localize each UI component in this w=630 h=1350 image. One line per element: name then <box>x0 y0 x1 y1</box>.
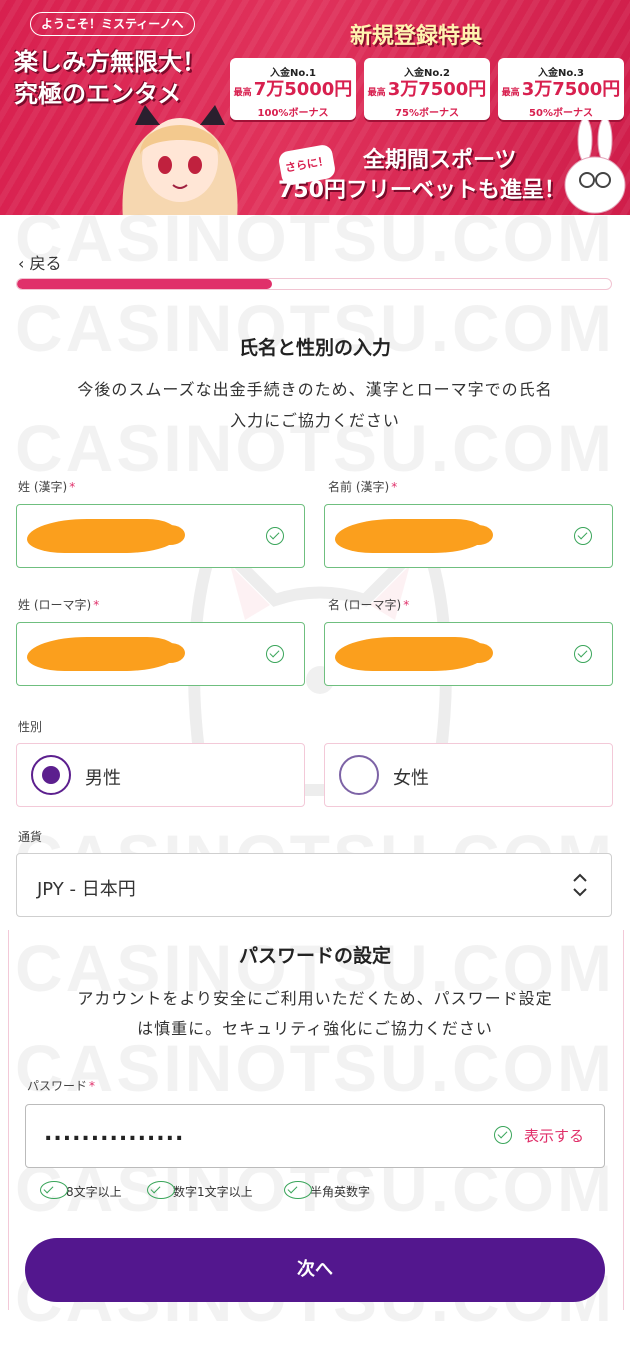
show-password-label: 表示する <box>523 1127 584 1145</box>
password-input[interactable]: ............... 表示する <box>25 1104 605 1168</box>
promo-line-1: 全期間スポーツ <box>363 148 517 173</box>
redaction-mark <box>335 637 493 671</box>
check-circle-icon <box>493 1126 512 1144</box>
bunny-mascot-illustration <box>564 120 626 214</box>
bonus-card-amount: 最高 7万5000円 <box>233 79 353 100</box>
last-name-roman-label: 姓 (ローマ字) * <box>18 598 100 612</box>
gender-male-label: 男性 <box>85 768 121 789</box>
next-button[interactable]: 次へ <box>25 1238 605 1302</box>
name-section-title: 氏名と性別の入力 <box>238 337 391 359</box>
check-circle-icon <box>266 527 284 545</box>
currency-label: 通貨 <box>18 830 43 844</box>
bonus-card-3: 入金No.3 最高 3万7500円 50%ボーナス <box>498 58 624 120</box>
first-name-roman-input[interactable] <box>324 622 613 686</box>
redaction-mark <box>27 519 185 553</box>
gender-option-female[interactable]: 女性 <box>324 743 613 807</box>
bonus-card-amount: 最高 3万7500円 <box>367 79 487 100</box>
check-circle-icon <box>574 645 592 663</box>
password-rule-length: 8文字以上 <box>40 1181 122 1200</box>
check-circle-icon <box>40 1181 68 1199</box>
name-section-description-2: 入力にご協力ください <box>230 411 400 430</box>
check-circle-icon <box>574 527 592 545</box>
show-password-button[interactable]: 表示する <box>493 1125 584 1146</box>
bonus-title: 新規登録特典 <box>350 24 483 49</box>
check-circle-icon <box>147 1181 175 1199</box>
password-rule-alphanumeric: 半角英数字 <box>284 1181 370 1200</box>
chevron-updown-icon <box>573 873 587 897</box>
password-section-description-2: は慎重に。セキュリティ強化にご協力ください <box>137 1019 493 1038</box>
radio-unselected-icon <box>339 755 379 795</box>
name-section-description-1: 今後のスムーズな出金手続きのため、漢字とローマ字での氏名 <box>77 380 553 399</box>
progress-fill <box>17 279 273 289</box>
first-name-roman-label: 名 (ローマ字) * <box>328 598 410 612</box>
gender-label: 性別 <box>18 720 43 734</box>
registration-progress-bar <box>16 278 612 290</box>
gender-option-male[interactable]: 男性 <box>16 743 305 807</box>
currency-select[interactable]: JPY - 日本円 <box>16 853 612 917</box>
gender-female-label: 女性 <box>393 768 429 789</box>
sports-promo: さらに！ 全期間スポーツ 750円フリーベットも進呈！ <box>277 143 566 206</box>
password-section-description-1: アカウントをより安全にご利用いただくため、パスワード設定 <box>77 989 553 1008</box>
redaction-mark <box>27 637 185 671</box>
bonus-card-percent: 50%ボーナス <box>529 108 593 119</box>
password-section-title: パスワードの設定 <box>238 945 391 967</box>
bonus-card-amount: 最高 3万7500円 <box>501 79 621 100</box>
bonus-card-label: 入金No.2 <box>404 68 450 79</box>
bonus-card-label: 入金No.3 <box>538 68 584 79</box>
back-link[interactable]: ‹ 戻る <box>18 250 62 274</box>
promo-line-2: 750円フリーベットも進呈！ <box>278 178 566 203</box>
tagline-line-1: 楽しみ方無限大！ <box>14 48 206 76</box>
bonus-card-2: 入金No.2 最高 3万7500円 75%ボーナス <box>364 58 490 120</box>
promo-banner[interactable]: ようこそ！ミスティーノへ 楽しみ方無限大！ 究極のエンタメ 新規登録特典 入金N… <box>0 0 630 215</box>
password-rule-digit: 数字1文字以上 <box>147 1181 253 1200</box>
radio-selected-icon <box>31 755 71 795</box>
first-name-kanji-input[interactable] <box>324 504 613 568</box>
back-label: 戻る <box>29 254 62 273</box>
password-label: パスワード * <box>27 1079 96 1093</box>
bonus-card-percent: 75%ボーナス <box>395 108 459 119</box>
currency-value: JPY - 日本円 <box>37 879 136 900</box>
bonus-card-1: 入金No.1 最高 7万5000円 100%ボーナス <box>230 58 356 120</box>
bonus-card-label: 入金No.1 <box>270 68 316 79</box>
last-name-kanji-label: 姓 (漢字) * <box>18 480 76 494</box>
password-masked-value: ............... <box>44 1121 185 1146</box>
last-name-kanji-input[interactable] <box>16 504 305 568</box>
last-name-roman-input[interactable] <box>16 622 305 686</box>
check-circle-icon <box>266 645 284 663</box>
check-circle-icon <box>284 1181 312 1199</box>
bonus-card-percent: 100%ボーナス <box>257 108 329 119</box>
redaction-mark <box>335 519 493 553</box>
welcome-text: ようこそ！ミスティーノへ <box>30 12 195 36</box>
first-name-kanji-label: 名前 (漢字) * <box>328 480 398 494</box>
